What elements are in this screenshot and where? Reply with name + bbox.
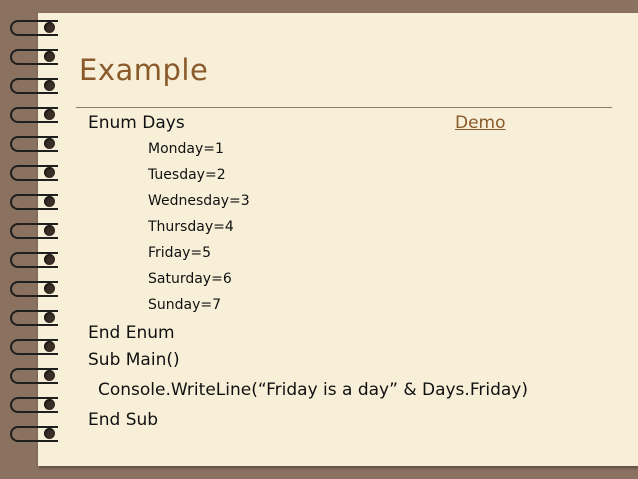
code-line-console: Console.WriteLine(“Friday is a day” & Da… bbox=[98, 380, 528, 400]
slide-title: Example bbox=[79, 53, 209, 87]
code-line-sub-end: End Sub bbox=[88, 410, 159, 430]
spiral-ring bbox=[10, 310, 58, 326]
code-line-enum-start: Enum Days Demo bbox=[88, 110, 528, 136]
code-listing: Enum Days Demo Monday=1 Tuesday=2 Wednes… bbox=[88, 110, 528, 435]
spiral-ring bbox=[10, 223, 58, 239]
code-line-enum-end: End Enum bbox=[88, 323, 175, 343]
enum-member: Thursday=4 bbox=[148, 219, 234, 235]
spiral-ring bbox=[10, 136, 58, 152]
title-divider bbox=[76, 107, 612, 108]
enum-member: Wednesday=3 bbox=[148, 193, 250, 209]
spiral-ring bbox=[10, 165, 58, 181]
spiral-ring bbox=[10, 107, 58, 123]
spiral-ring bbox=[10, 426, 58, 442]
spiral-ring bbox=[10, 339, 58, 355]
demo-link[interactable]: Demo bbox=[455, 110, 506, 136]
spiral-ring bbox=[10, 78, 58, 94]
spiral-ring bbox=[10, 194, 58, 210]
enum-member: Tuesday=2 bbox=[148, 167, 226, 183]
code-line-sub-start: Sub Main() bbox=[88, 350, 180, 370]
enum-member: Monday=1 bbox=[148, 141, 224, 157]
spiral-binding bbox=[10, 18, 66, 468]
enum-member: Saturday=6 bbox=[148, 271, 232, 287]
enum-member: Sunday=7 bbox=[148, 297, 222, 313]
spiral-ring bbox=[10, 20, 58, 36]
spiral-ring bbox=[10, 368, 58, 384]
enum-member: Friday=5 bbox=[148, 245, 212, 261]
spiral-ring bbox=[10, 397, 58, 413]
spiral-ring bbox=[10, 49, 58, 65]
enum-declaration: Enum Days bbox=[88, 113, 185, 133]
spiral-ring bbox=[10, 252, 58, 268]
spiral-ring bbox=[10, 281, 58, 297]
